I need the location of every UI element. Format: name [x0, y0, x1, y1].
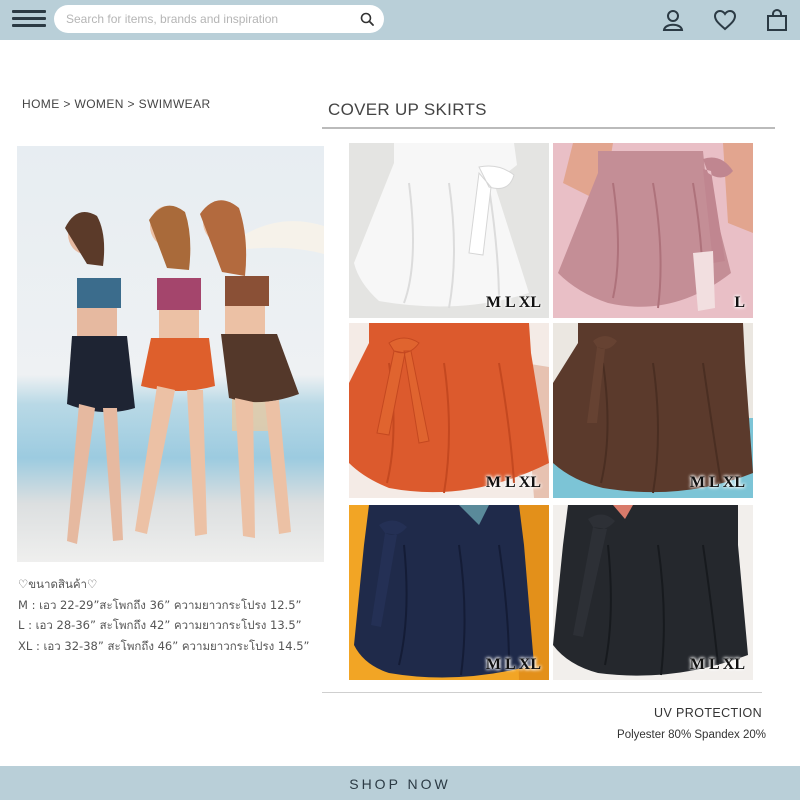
product-tile-pink[interactable]: L [553, 143, 753, 318]
size-label: M L XL [485, 656, 541, 673]
size-label: L [734, 294, 745, 311]
size-m-line: M : เอว 22-29”สะโพกถึง 36” ความยาวกระโปร… [18, 597, 302, 612]
user-icon[interactable] [661, 8, 685, 32]
size-chart: ♡ขนาดสินค้า♡ M : เอว 22-29”สะโพกถึง 36” … [18, 574, 310, 656]
breadcrumb[interactable]: HOME > WOMEN > SWIMWEAR [22, 97, 211, 111]
search-box[interactable] [54, 5, 384, 33]
product-tile-brown[interactable]: M L XL [553, 323, 753, 498]
size-chart-heading: ♡ขนาดสินค้า♡ [18, 577, 98, 591]
search-input[interactable] [54, 5, 344, 33]
size-label: M L XL [485, 294, 541, 311]
size-xl-line: XL : เอว 32-38” สะโพกถึง 46” ความยาวกระโ… [18, 638, 310, 653]
search-icon[interactable] [360, 12, 374, 26]
material-label: Polyester 80% Spandex 20% [617, 729, 766, 741]
size-label: M L XL [485, 474, 541, 491]
size-l-line: L : เอว 28-36” สะโพกถึง 42” ความยาวกระโป… [18, 618, 302, 632]
shop-now-label: SHOP NOW [349, 776, 451, 792]
shop-now-button[interactable]: SHOP NOW [0, 766, 800, 800]
bag-icon[interactable] [765, 8, 789, 32]
hero-photo [17, 146, 324, 562]
page-title: COVER UP SKIRTS [328, 100, 487, 119]
size-label: M L XL [689, 474, 745, 491]
product-tile-white[interactable]: M L XL [349, 143, 549, 318]
product-tile-navy[interactable]: M L XL [349, 505, 549, 680]
product-tile-orange[interactable]: M L XL [349, 323, 549, 498]
size-label: M L XL [689, 656, 745, 673]
uv-protection-label: UV PROTECTION [654, 706, 762, 720]
menu-icon[interactable] [12, 6, 46, 32]
divider [322, 692, 762, 693]
top-navigation-bar [0, 0, 800, 40]
product-tile-black[interactable]: M L XL [553, 505, 753, 680]
divider [322, 127, 775, 129]
heart-icon[interactable] [713, 8, 737, 32]
